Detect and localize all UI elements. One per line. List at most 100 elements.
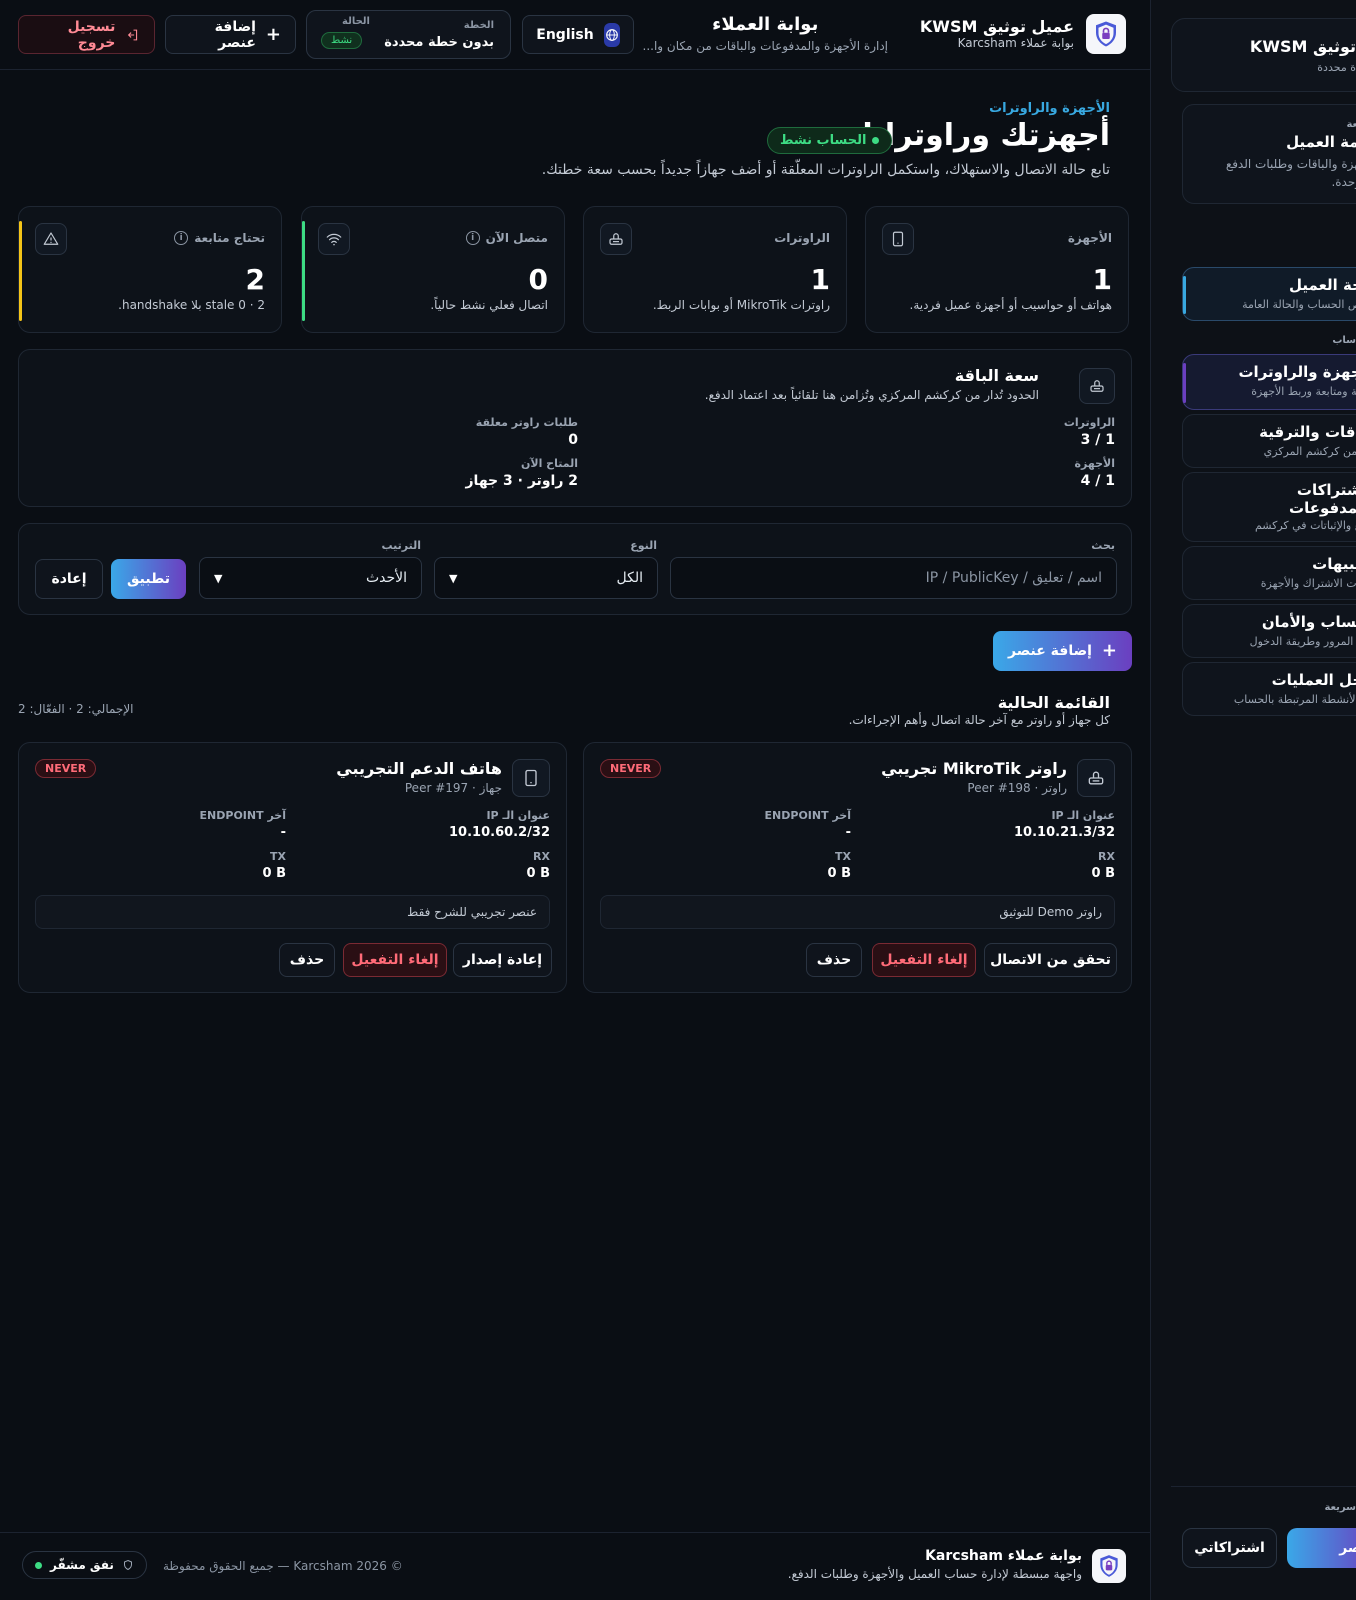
footer-copyright: © 2026 Karcsham — جميع الحقوق محفوظة (163, 1559, 403, 1573)
encrypted-tunnel-badge: نفق مشفّر (22, 1551, 147, 1579)
sort-select[interactable]: الأحدث ▼ (199, 557, 422, 599)
sidebar-quick-label: سريعة (1324, 1502, 1356, 1513)
sidebar-item-sub: ملخص الحساب والحالة العامة (1242, 298, 1356, 311)
capacity-title: سعة الباقة (954, 366, 1039, 385)
deactivate-button[interactable]: إلغاء التفعيل (343, 943, 447, 977)
globe-icon (603, 22, 620, 47)
footer-subtitle: واجهة مبسطة لإدارة حساب العميل والأجهزة … (787, 1567, 1082, 1581)
type-select[interactable]: الكل ▼ (434, 557, 658, 599)
status-label: الحالة (342, 16, 370, 27)
portal-subtitle: إدارة الأجهزة والمدفوعات والباقات من مكا… (642, 39, 889, 53)
phone-icon (882, 223, 914, 255)
pending-requests-label: طلبات راوتر معلقة (475, 416, 578, 429)
account-status-badge: الحساب نشط (767, 127, 893, 154)
tx-value: 0 B (827, 866, 851, 881)
sidebar-item-label: الاشتراكات والمدفوعات (1289, 481, 1356, 517)
page-subtitle: تابع حالة الاتصال والاستهلاك، واستكمل ال… (541, 162, 1110, 178)
sort-select-value: الأحدث (365, 570, 407, 586)
routers-capacity-value: 1 / 3 (1080, 432, 1115, 448)
service-text: ة موحدة. (1331, 175, 1356, 189)
sidebar-brand-subtitle: ة محددة (1317, 61, 1356, 74)
search-label: بحث (1091, 539, 1115, 552)
endpoint-value: - (845, 825, 851, 840)
sidebar-item-activity-log[interactable]: سجل العمليات آخر الأنشطة المرتبطة بالحسا… (1182, 662, 1356, 716)
brand-subtitle: بوابة عملاء Karcsham (957, 36, 1074, 50)
tx-label: TX (835, 850, 851, 863)
devices-capacity-value: 1 / 4 (1080, 473, 1115, 489)
stat-label-row: تحتاج متابعة i (174, 231, 265, 245)
ip-value: 10.10.21.3/32 (1014, 825, 1115, 840)
stat-value: 0 (528, 263, 548, 296)
main-content: عميل توثيق KWSM بوابة عملاء Karcsham بوا… (0, 0, 1150, 1600)
plan-capacity-panel: سعة الباقة الحدود تُدار من كركشم المركزي… (18, 349, 1132, 507)
add-item-button[interactable]: + إضافة عنصر (993, 631, 1132, 671)
sidebar-item-devices[interactable]: الأجهزة والراوترات إضافة ومتابعة وربط ال… (1182, 354, 1356, 410)
ip-label: عنوان الـ IP (1051, 809, 1115, 822)
connection-status-badge: NEVER (35, 759, 97, 778)
plus-icon: + (1101, 640, 1117, 661)
sidebar-item-label: لوحة العميل (1289, 276, 1356, 294)
warning-icon (35, 223, 67, 255)
tx-label: TX (270, 850, 286, 863)
sidebar-item-alerts[interactable]: التنبيهات تنبيهات الاشتراك والأجهزة (1182, 546, 1356, 600)
sidebar-section-label: ساب (1332, 335, 1356, 346)
item-name: راوتر MikroTik تجريبي (881, 759, 1067, 778)
sidebar-item-label: الأجهزة والراوترات (1238, 363, 1356, 381)
reset-button[interactable]: إعادة (35, 559, 103, 599)
router-icon (600, 223, 632, 255)
footer-logo-icon (1092, 1549, 1126, 1583)
sidebar-item-label: التنبيهات (1312, 555, 1356, 573)
attention-accent-bar (19, 221, 22, 321)
check-connection-button[interactable]: تحقق من الاتصال (984, 943, 1117, 977)
portal-heading: بوابة العملاء إدارة الأجهزة والمدفوعات و… (643, 14, 889, 53)
stat-value: 1 (1092, 263, 1112, 296)
sidebar-item-sub: تنبيهات الاشتراك والأجهزة (1260, 577, 1356, 590)
sidebar-item-sub: الدفع والإثباتات في كركشم (1254, 519, 1356, 532)
filters-panel: بحث اسم / تعليق / IP / PublicKey النوع ا… (18, 523, 1132, 615)
delete-button[interactable]: حذف (806, 943, 862, 977)
logout-button[interactable]: تسجيل خروج (18, 15, 155, 54)
sidebar-item-security[interactable]: الحساب والأمان كلمة المرور وطريقة الدخول (1182, 604, 1356, 658)
search-input[interactable]: اسم / تعليق / IP / PublicKey (670, 557, 1117, 599)
sidebar-add-item-button[interactable]: عنصر (1287, 1528, 1356, 1568)
status-badge: نشط (321, 32, 363, 49)
endpoint-label: آخر ENDPOINT (199, 809, 286, 822)
tunnel-label: نفق مشفّر (50, 1558, 114, 1572)
stat-card-online: متصل الآن i 0 اتصال فعلي نشط حالياً. (301, 206, 565, 333)
stat-label: تحتاج متابعة (194, 231, 265, 245)
brand: عميل توثيق KWSM بوابة عملاء Karcsham (920, 14, 1126, 54)
add-item-label: إضافة عنصر (1008, 643, 1092, 659)
chevron-down-icon: ▼ (214, 571, 223, 585)
stat-value: 1 (810, 263, 830, 296)
my-subscriptions-button[interactable]: اشتراكاتي (1182, 1528, 1277, 1568)
plan-value: بدون خطة محددة (384, 35, 494, 50)
sidebar-service-card: سريعة خدمة العميل للأجهزة والباقات وطلبا… (1182, 104, 1356, 204)
info-icon[interactable]: i (174, 231, 189, 245)
apply-button[interactable]: تطبيق (111, 559, 186, 599)
router-icon (1079, 368, 1115, 404)
deactivate-button[interactable]: إلغاء التفعيل (872, 943, 976, 977)
stat-value: 2 (245, 263, 265, 296)
info-icon[interactable]: i (465, 231, 480, 245)
logout-label: تسجيل خروج (67, 18, 116, 51)
stat-label-row: متصل الآن i (465, 231, 548, 245)
sidebar-item-plans[interactable]: الباقات والترقية تدار من كركشم المركزي (1182, 414, 1356, 468)
item-meta: جهاز · Peer #197 (404, 781, 502, 795)
type-select-value: الكل (616, 570, 644, 586)
sidebar-item-subscriptions[interactable]: الاشتراكات والمدفوعات الدفع والإثباتات ف… (1182, 472, 1356, 542)
add-item-label: إضافة عنصر (214, 18, 256, 51)
add-item-button-top[interactable]: + إضافة عنصر (165, 15, 296, 54)
breadcrumb[interactable]: الأجهزة والراوترات (989, 101, 1110, 116)
sidebar-item-sub: إضافة ومتابعة وربط الأجهزة (1251, 385, 1356, 398)
language-toggle-button[interactable]: English (522, 15, 634, 54)
sidebar-item-label: الباقات والترقية (1259, 423, 1356, 441)
pending-requests-value: 0 (568, 432, 578, 448)
item-note: عنصر تجريبي للشرح فقط (35, 895, 550, 929)
type-label: النوع (630, 539, 657, 552)
sidebar-brand-card: توثيق KWSM ة محددة (1171, 18, 1356, 92)
service-text: للأجهزة والباقات وطلبات الدفع (1225, 157, 1356, 171)
stat-description: اتصال فعلي نشط حالياً. (430, 298, 548, 312)
sidebar-item-dashboard[interactable]: لوحة العميل ملخص الحساب والحالة العامة (1182, 267, 1356, 321)
reissue-button[interactable]: إعادة إصدار (453, 943, 552, 977)
delete-button[interactable]: حذف (279, 943, 335, 977)
